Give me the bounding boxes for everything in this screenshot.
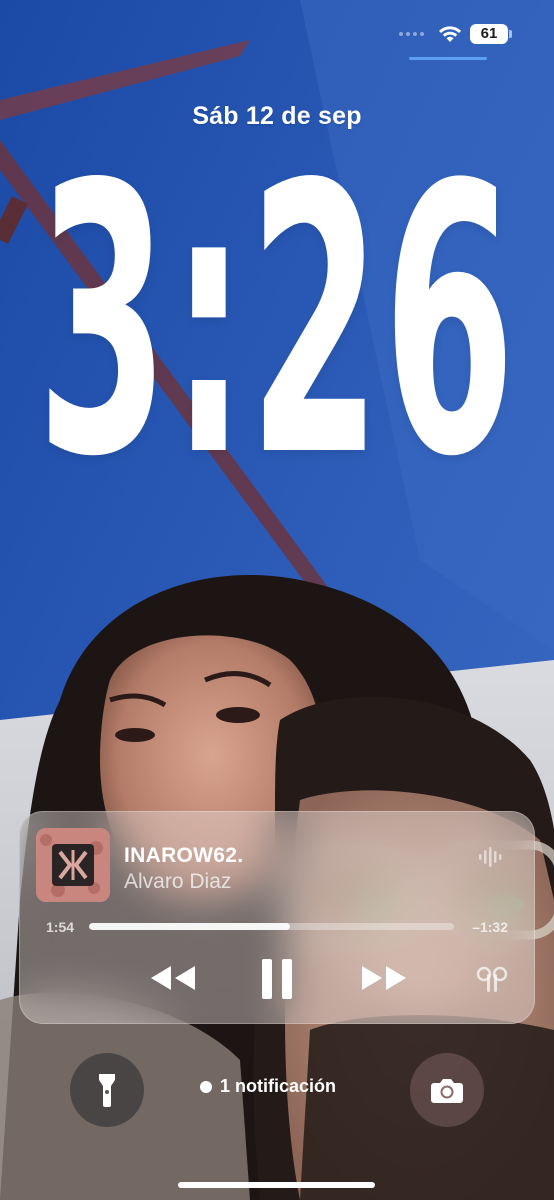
waveform-icon — [479, 847, 502, 867]
battery-indicator: 61 — [470, 24, 512, 44]
status-underline — [409, 57, 487, 60]
audio-output-button[interactable] — [472, 962, 512, 998]
track-artist: Alvaro Diaz — [124, 870, 232, 893]
camera-button[interactable] — [410, 1053, 484, 1127]
wifi-icon — [439, 26, 461, 42]
progress-scrubber[interactable] — [89, 923, 454, 930]
pause-button[interactable] — [257, 956, 297, 1002]
remaining-time: –1:32 — [472, 919, 508, 935]
notification-dot-icon — [200, 1080, 212, 1093]
pause-icon — [262, 959, 292, 999]
rewind-button[interactable] — [145, 960, 201, 996]
lock-time: 3:26 — [36, 106, 518, 538]
camera-icon — [431, 1079, 463, 1103]
elapsed-time: 1:54 — [46, 919, 75, 935]
flashlight-icon — [99, 1074, 115, 1107]
progress-fill — [89, 923, 290, 930]
home-indicator[interactable] — [178, 1182, 375, 1188]
airpods-icon — [476, 966, 508, 992]
now-playing-widget[interactable]: INAROW62. Alvaro Diaz 1:54 –1:32 — [19, 811, 535, 1024]
track-title: INAROW62. — [124, 844, 244, 867]
fast-forward-icon — [362, 966, 406, 990]
status-bar: 61 — [399, 24, 512, 44]
lock-clock-container: 3:26 — [0, 137, 554, 508]
fast-forward-button[interactable] — [356, 960, 412, 996]
notification-summary[interactable]: 1 notificación — [200, 1076, 336, 1097]
cellular-dots-icon — [399, 32, 424, 36]
album-artwork[interactable] — [36, 828, 110, 902]
rewind-icon — [151, 966, 195, 990]
notification-text: 1 notificación — [220, 1076, 337, 1096]
flashlight-button[interactable] — [70, 1053, 144, 1127]
